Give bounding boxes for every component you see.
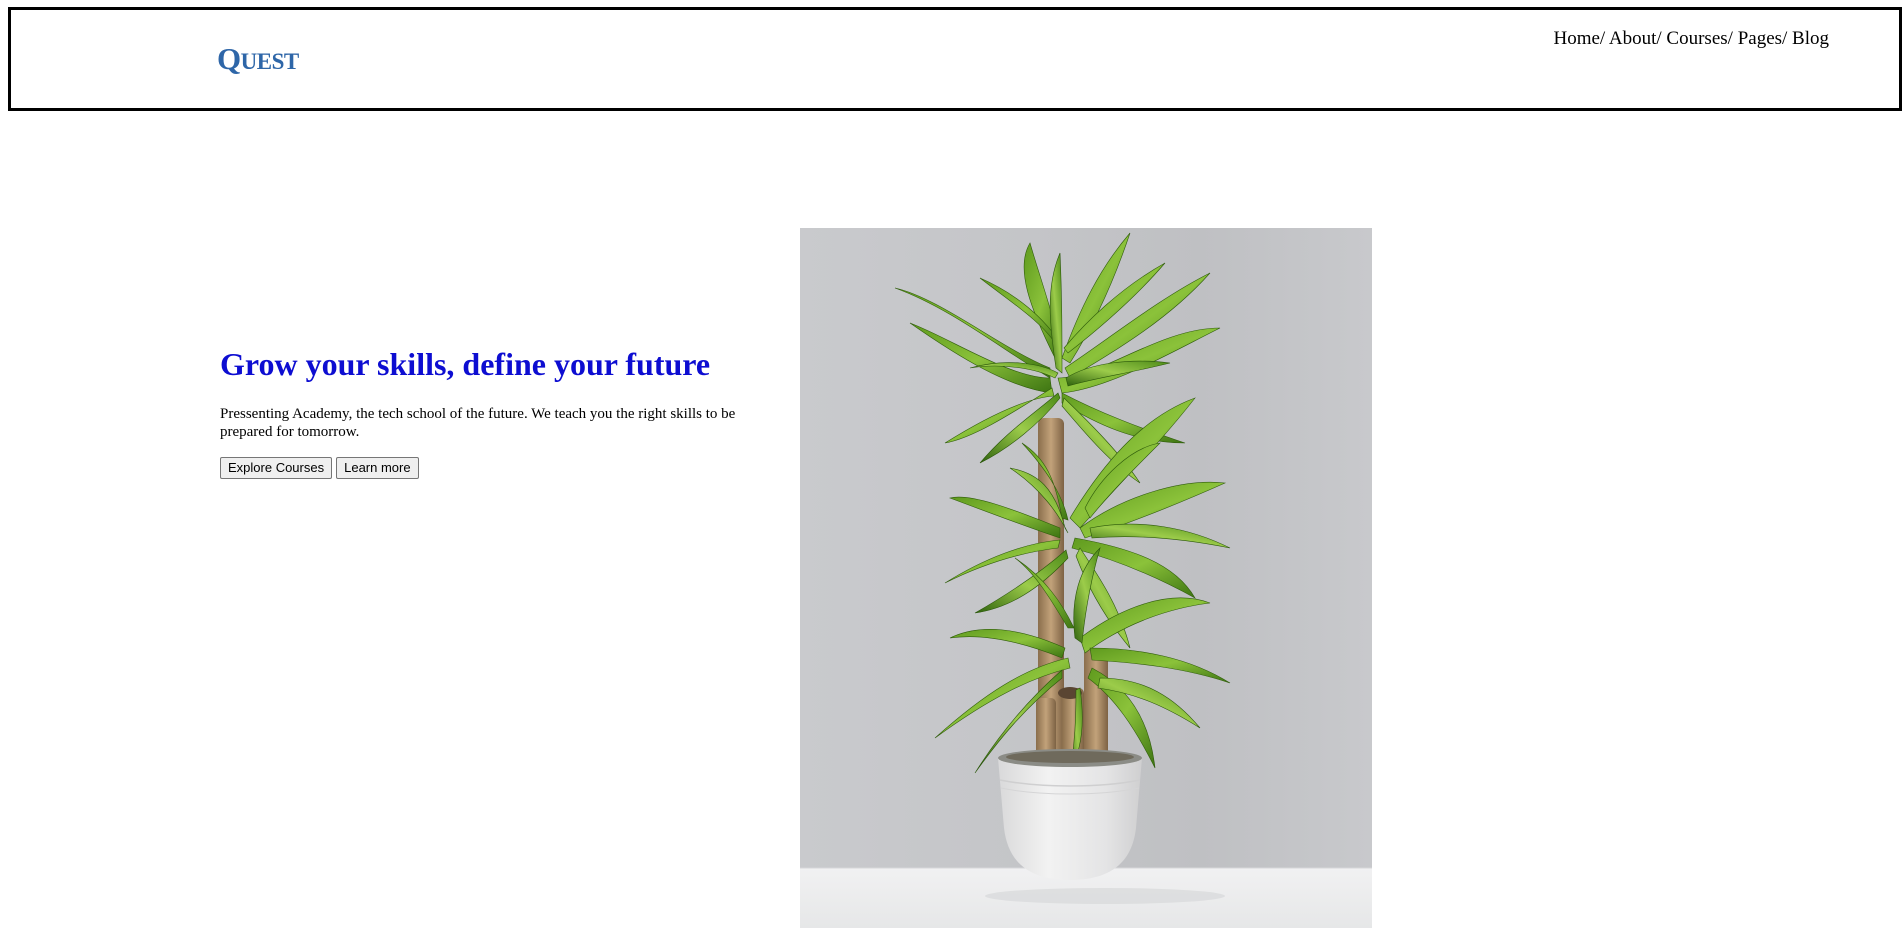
site-header: QUEST Home/ About/ Courses/ Pages/ Blog bbox=[8, 7, 1902, 111]
learn-more-button[interactable]: Learn more bbox=[336, 456, 419, 479]
nav-home-link[interactable]: Home bbox=[1553, 28, 1599, 49]
hero-text: Grow your skills, define your future Pre… bbox=[220, 346, 785, 479]
hero-buttons: Explore Courses Learn more bbox=[220, 456, 785, 479]
main-nav: Home/ About/ Courses/ Pages/ Blog bbox=[1553, 29, 1829, 48]
nav-blog-link[interactable]: Blog bbox=[1792, 28, 1829, 49]
nav-pages-link[interactable]: Pages bbox=[1738, 28, 1782, 49]
nav-separator: / bbox=[1656, 28, 1667, 49]
nav-separator: / bbox=[1599, 28, 1609, 49]
potted-plant-image bbox=[800, 228, 1372, 928]
nav-separator: / bbox=[1727, 28, 1738, 49]
quest-logo[interactable]: QUEST bbox=[217, 43, 299, 74]
hero-description: Pressenting Academy, the tech school of … bbox=[220, 405, 736, 440]
logo-initial: Q bbox=[217, 41, 241, 76]
nav-courses-link[interactable]: Courses bbox=[1666, 28, 1727, 49]
nav-separator: / bbox=[1782, 28, 1793, 49]
explore-courses-button[interactable]: Explore Courses bbox=[220, 456, 333, 479]
logo-rest: UEST bbox=[240, 49, 300, 74]
hero-title: Grow your skills, define your future bbox=[220, 346, 711, 382]
nav-about-link[interactable]: About bbox=[1609, 28, 1657, 49]
